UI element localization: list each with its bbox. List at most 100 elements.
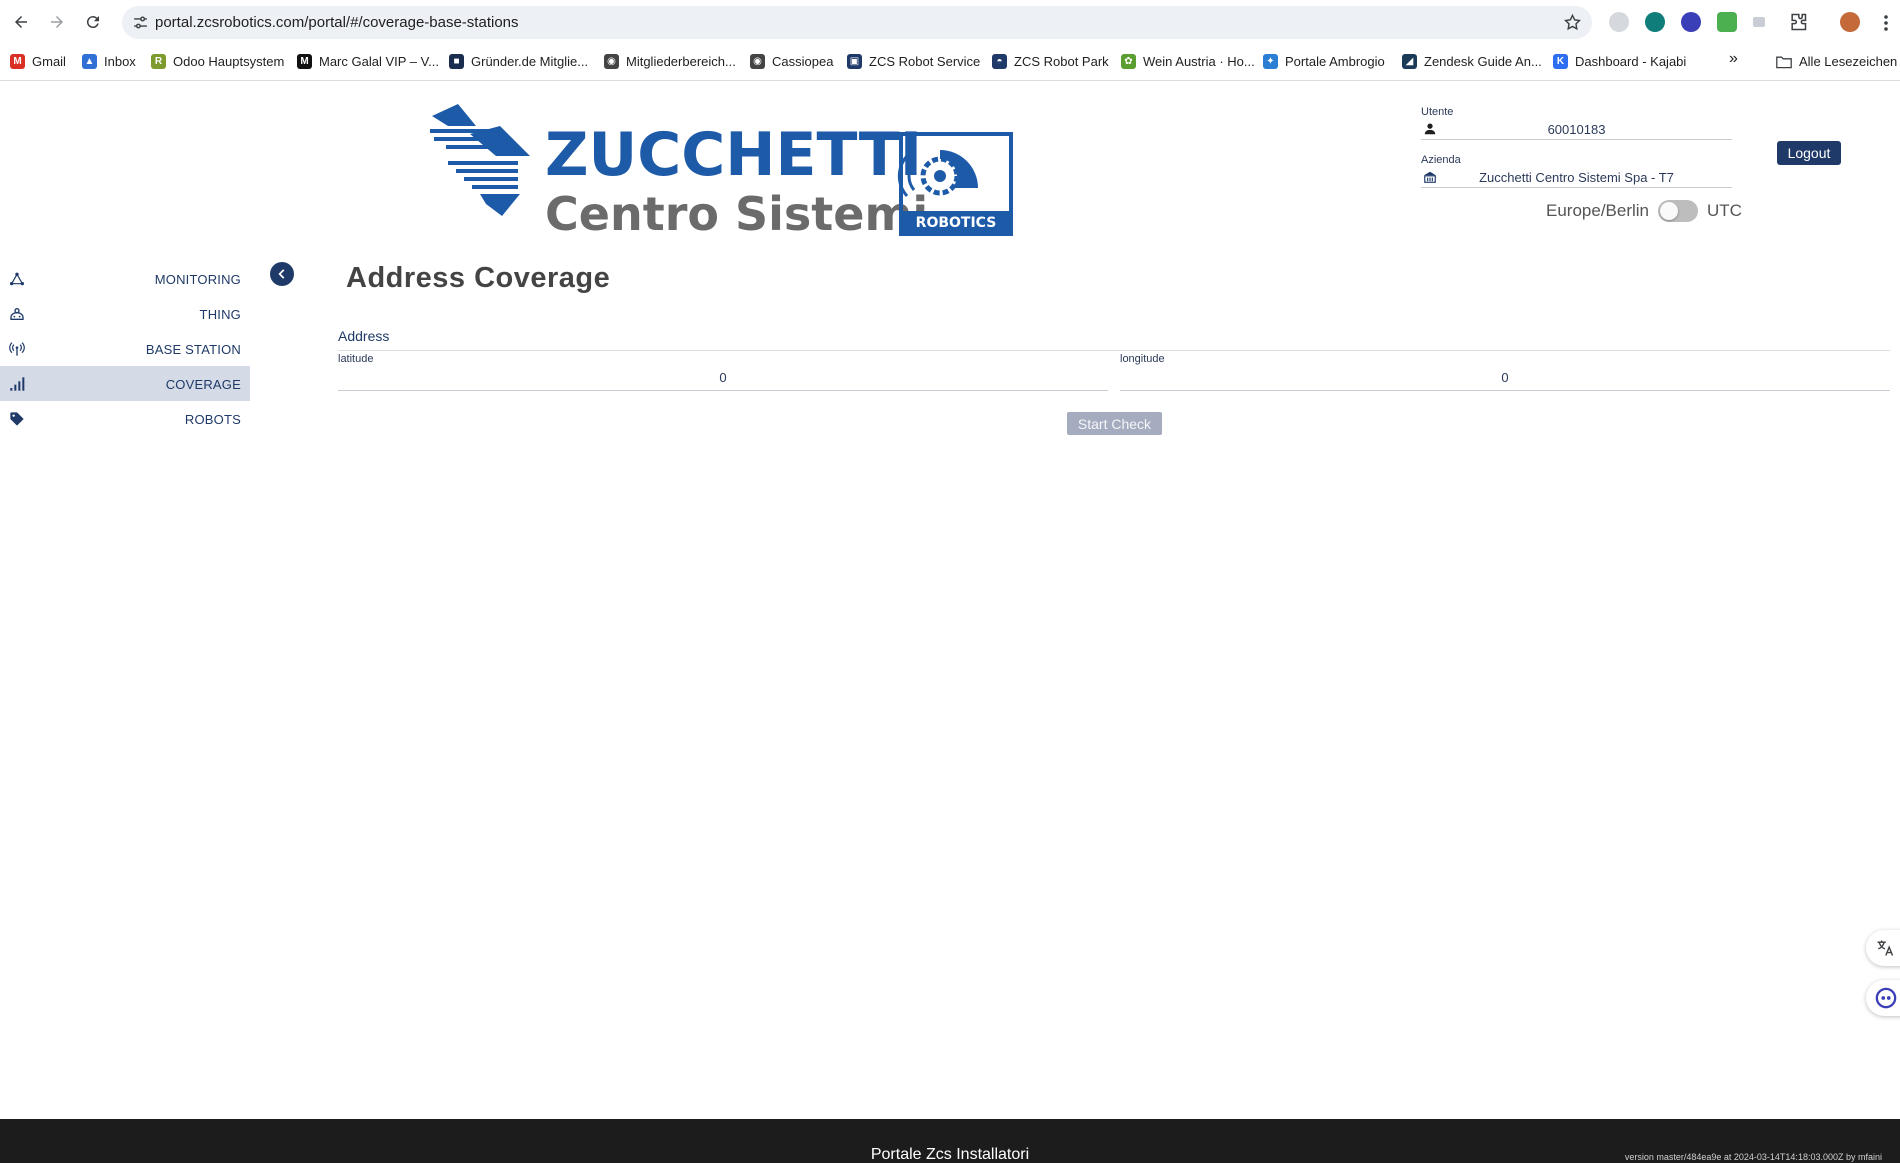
- extension-icon[interactable]: [1609, 12, 1629, 32]
- bookmark-favicon-icon: ✦: [1263, 54, 1278, 69]
- sidebar-collapse-button[interactable]: [270, 262, 294, 286]
- bookmark-item[interactable]: R Odoo Hauptsystem: [151, 54, 284, 69]
- bookmark-item[interactable]: ✿ Wein Austria · Ho...: [1121, 54, 1255, 69]
- logout-button[interactable]: Logout: [1777, 141, 1841, 165]
- timezone-switch: Europe/Berlin UTC: [1546, 200, 1742, 222]
- translate-widget-button[interactable]: [1866, 930, 1900, 966]
- extension-icon[interactable]: [1681, 12, 1701, 32]
- longitude-field[interactable]: longitude 0: [1120, 353, 1890, 391]
- company-label: Azienda: [1421, 154, 1461, 166]
- bookmark-item[interactable]: ▲ Inbox: [82, 54, 136, 69]
- bookmark-favicon-icon: ▣: [847, 54, 862, 69]
- network-icon: [10, 272, 24, 286]
- bookmark-favicon-icon: ■: [449, 54, 464, 69]
- logo-subtitle: Centro Sistemi: [545, 187, 928, 239]
- bookmark-favicon-icon: M: [10, 54, 25, 69]
- bookmark-label: ZCS Robot Service: [869, 54, 981, 69]
- user-label: Utente: [1421, 106, 1454, 118]
- bookmark-label: Gründer.de Mitglie...: [471, 54, 589, 69]
- bookmark-item[interactable]: ▣ ZCS Robot Service: [847, 54, 980, 69]
- bookmarks-overflow-button[interactable]: »: [1729, 50, 1738, 68]
- bookmark-item[interactable]: K Dashboard - Kajabi: [1553, 54, 1686, 69]
- sidebar-item-monitoring[interactable]: MONITORING: [0, 261, 250, 296]
- timezone-label: Europe/Berlin: [1546, 201, 1650, 220]
- page-title: Address Coverage: [346, 262, 611, 294]
- latitude-input[interactable]: 0: [338, 370, 1108, 385]
- bookmark-label: Wein Austria · Ho...: [1143, 54, 1255, 69]
- sidebar-item-label: COVERAGE: [165, 377, 241, 392]
- zucchetti-logo: ZUCCHETTI Centro Sistemi ROBOTICS: [430, 104, 1013, 239]
- bookmark-favicon-icon: ▲: [82, 54, 97, 69]
- sidebar-item-thing[interactable]: THING: [0, 296, 250, 331]
- extension-icon[interactable]: [1753, 17, 1765, 27]
- sidebar-nav: MONITORING THING BASE STATION COVERAGE R…: [0, 261, 250, 436]
- bookmark-favicon-icon: ◉: [604, 54, 619, 69]
- bookmark-favicon-icon: M: [297, 54, 312, 69]
- sidebar-item-label: BASE STATION: [145, 342, 241, 357]
- company-field: Zucchetti Centro Sistemi Spa - T7: [1421, 166, 1732, 188]
- site-settings-icon[interactable]: [132, 14, 149, 31]
- bookmarks-bar: » Alle Lesezeichen M Gmail ▲ Inbox R Odoo Hau…: [0, 45, 1900, 81]
- sidebar-item-base-station[interactable]: BASE STATION: [0, 331, 250, 366]
- longitude-label: longitude: [1120, 353, 1165, 365]
- folder-icon: [1776, 56, 1792, 68]
- tag-icon: [10, 412, 24, 426]
- footer-title: Portale Zcs Installatori: [870, 1146, 1030, 1163]
- page-footer: Portale Zcs Installatori version master/…: [0, 1119, 1900, 1163]
- extension-icon[interactable]: [1717, 12, 1737, 32]
- bookmark-item[interactable]: ◓ ZCS Robot Park: [992, 54, 1109, 69]
- bookmark-item[interactable]: ◉ Mitgliederbereich...: [604, 54, 736, 69]
- bookmark-label: Gmail: [32, 54, 66, 69]
- extensions-puzzle-icon[interactable]: [1788, 12, 1808, 32]
- bookmark-label: Marc Galal VIP – V...: [319, 54, 439, 69]
- robot-icon: [10, 308, 24, 320]
- utc-toggle[interactable]: [1658, 200, 1699, 222]
- bookmark-item[interactable]: ✦ Portale Ambrogio: [1263, 54, 1385, 69]
- bookmark-label: Odoo Hauptsystem: [173, 54, 285, 69]
- reload-icon[interactable]: [81, 10, 105, 34]
- all-bookmarks-button[interactable]: Alle Lesezeichen: [1776, 54, 1897, 69]
- bookmark-item[interactable]: M Marc Galal VIP – V...: [297, 54, 439, 69]
- company-value: Zucchetti Centro Sistemi Spa - T7: [1479, 170, 1674, 185]
- sidebar-item-robots[interactable]: ROBOTS: [0, 401, 250, 436]
- sidebar-item-label: ROBOTS: [184, 412, 241, 427]
- bookmark-label: Zendesk Guide An...: [1424, 54, 1542, 69]
- extension-icon[interactable]: [1645, 12, 1665, 32]
- bookmark-favicon-icon: R: [151, 54, 166, 69]
- latitude-label: latitude: [338, 353, 374, 365]
- url-text: portal.zcsrobotics.com/portal/#/coverage…: [155, 14, 519, 31]
- address-bar[interactable]: portal.zcsrobotics.com/portal/#/coverage…: [122, 6, 1592, 39]
- bookmark-star-icon[interactable]: [1563, 13, 1582, 32]
- antenna-icon: [9, 342, 25, 356]
- longitude-input[interactable]: 0: [1120, 370, 1890, 385]
- bookmark-favicon-icon: ◢: [1402, 54, 1417, 69]
- forward-icon[interactable]: [45, 10, 69, 34]
- chevron-left-icon: [278, 269, 285, 279]
- bookmark-label: Mitgliederbereich...: [626, 54, 736, 69]
- footer-version: version master/484ea9e at 2024-03-14T14:…: [1624, 1152, 1882, 1162]
- bookmark-item[interactable]: ■ Gründer.de Mitglie...: [449, 54, 588, 69]
- profile-avatar-icon[interactable]: [1840, 12, 1860, 32]
- bookmark-item[interactable]: ◉ Cassiopea: [750, 54, 833, 69]
- address-label: Address: [338, 328, 390, 344]
- assistant-widget-button[interactable]: [1866, 980, 1900, 1016]
- bookmark-item[interactable]: ◢ Zendesk Guide An...: [1402, 54, 1542, 69]
- bookmark-label: Cassiopea: [772, 54, 834, 69]
- bookmark-favicon-icon: ✿: [1121, 54, 1136, 69]
- logo-badge-text: ROBOTICS: [916, 215, 997, 231]
- utc-label: UTC: [1707, 201, 1742, 220]
- bookmark-item[interactable]: M Gmail: [10, 54, 66, 69]
- signal-bars-icon: [10, 377, 25, 391]
- sidebar-item-label: MONITORING: [154, 272, 241, 287]
- latitude-field[interactable]: latitude 0: [338, 353, 1108, 391]
- sidebar-item-coverage[interactable]: COVERAGE: [0, 366, 250, 401]
- address-divider: [338, 350, 1890, 351]
- translate-icon: [1877, 940, 1894, 956]
- back-icon[interactable]: [9, 10, 33, 34]
- browser-menu-icon[interactable]: [1880, 13, 1892, 33]
- all-bookmarks-label: Alle Lesezeichen: [1799, 54, 1898, 69]
- start-check-button[interactable]: Start Check: [1067, 412, 1162, 435]
- sidebar-item-label: THING: [199, 307, 241, 322]
- user-field: 60010183: [1421, 118, 1732, 140]
- bookmark-label: Dashboard - Kajabi: [1575, 54, 1687, 69]
